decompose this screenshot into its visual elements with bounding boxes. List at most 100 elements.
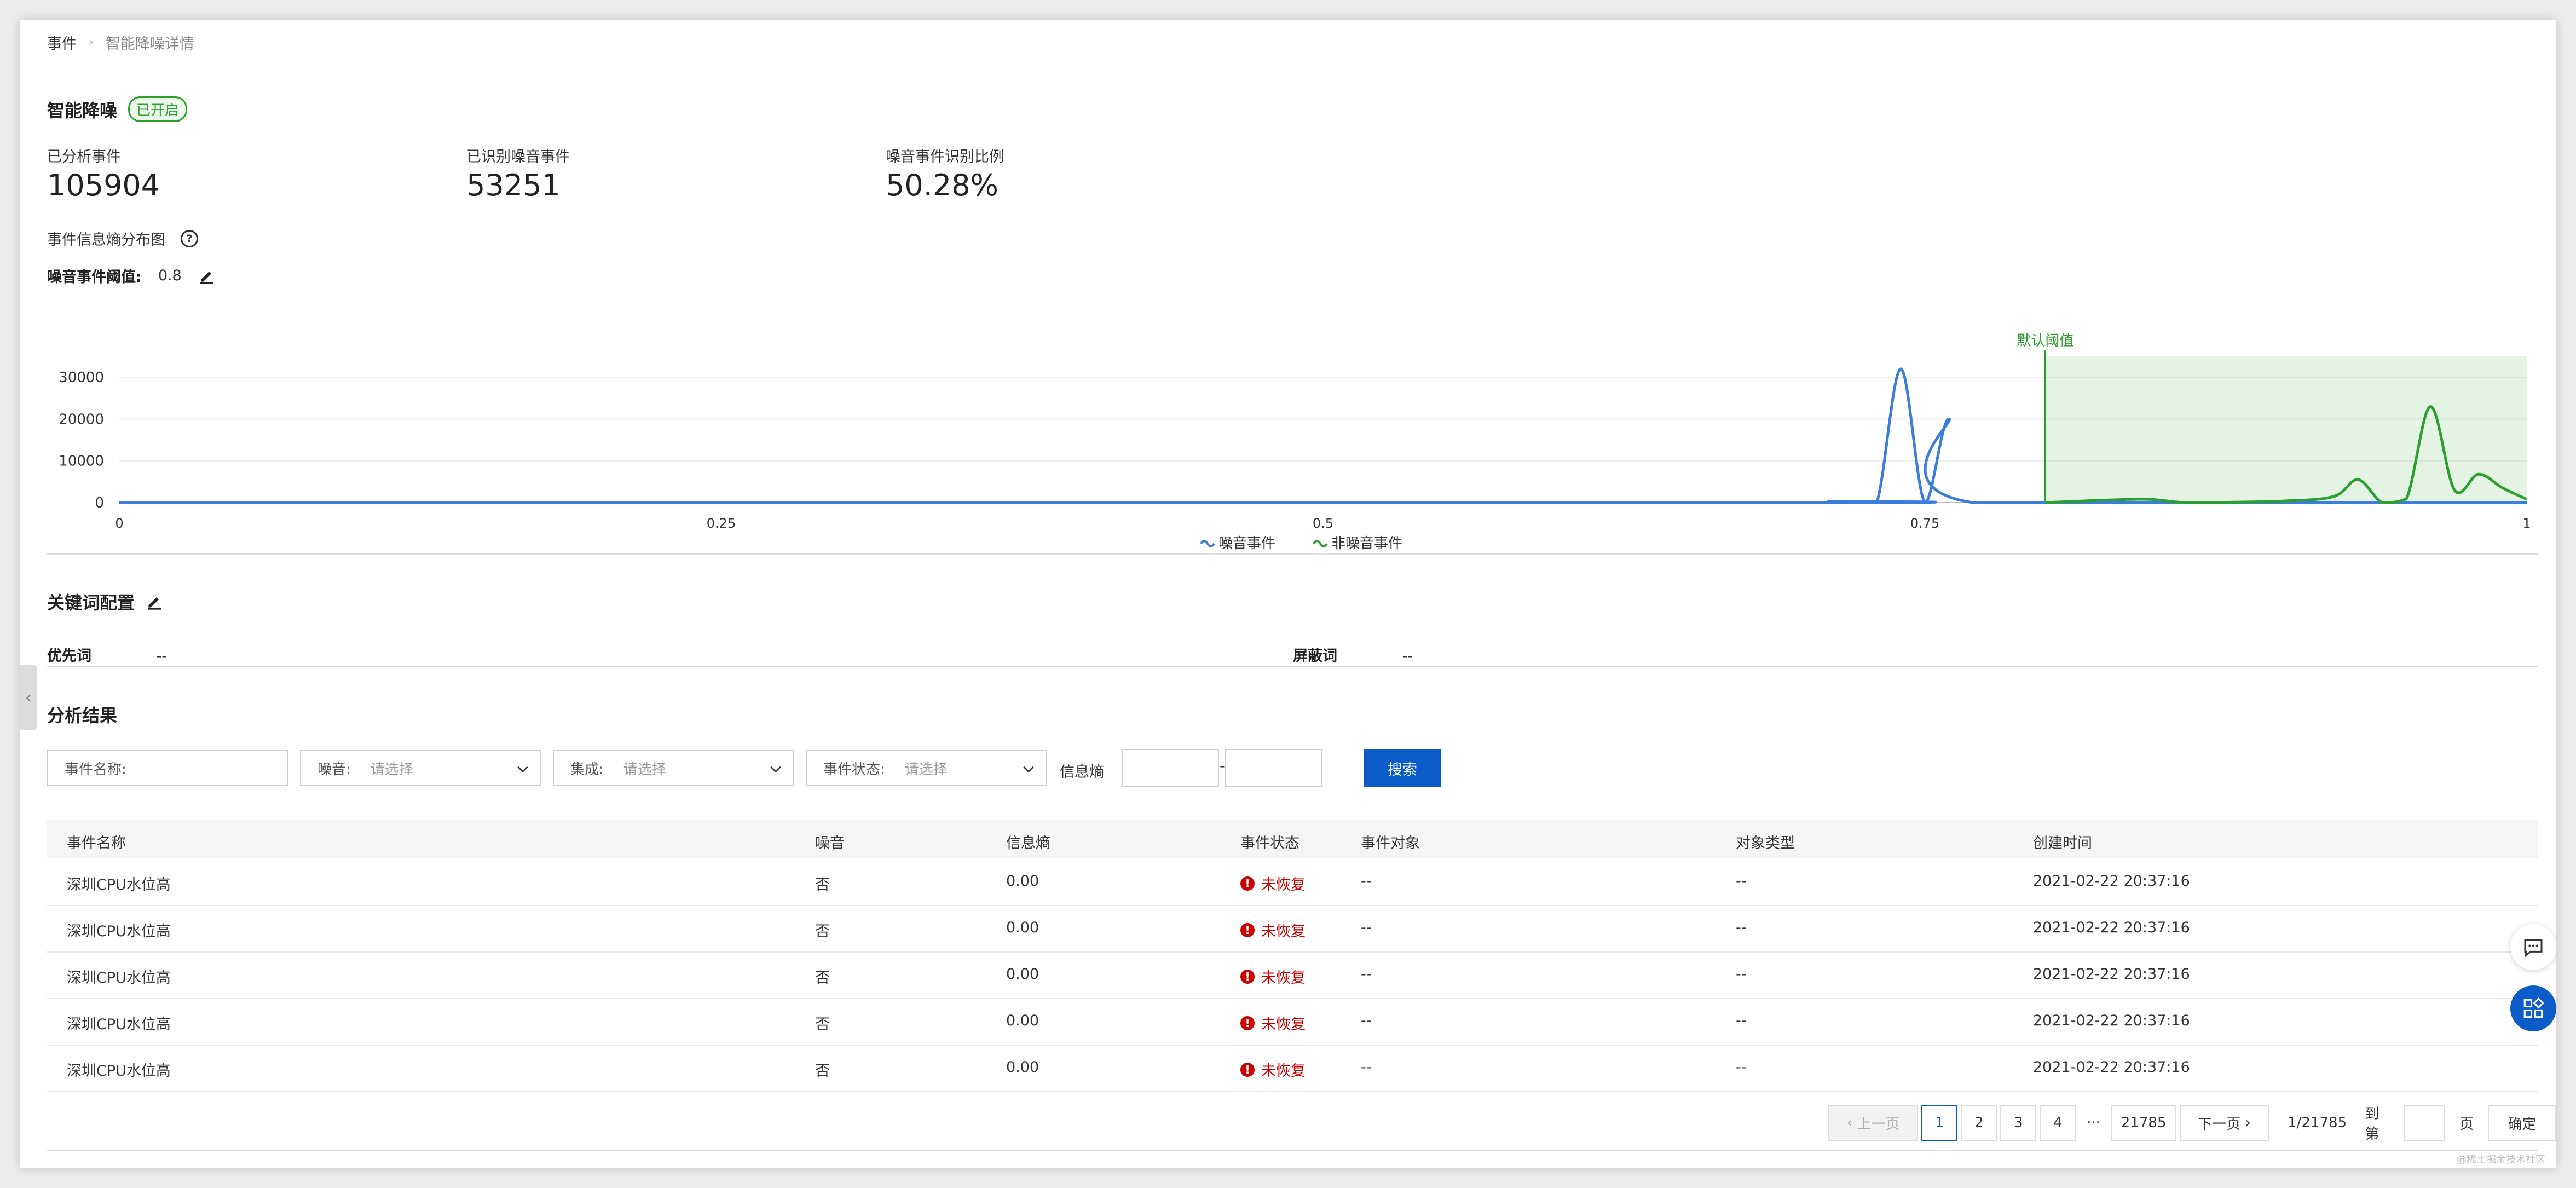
stat-noise-identified: 已识别噪音事件 53251 [466,145,570,203]
cell-event-object: -- [1361,966,1372,983]
stat-analyzed: 已分析事件 105904 [47,145,160,203]
priority-words-label: 优先词 [47,648,91,665]
x-tick-label: 0.5 [1313,516,1333,531]
block-words-label: 屏蔽词 [1293,648,1337,665]
page-unit-label: 页 [2459,1116,2474,1133]
page-button-3[interactable]: 3 [2000,1105,2037,1141]
breadcrumb-separator: › [89,36,94,49]
column-header: 事件对象 [1361,835,1420,852]
table-row[interactable]: 深圳CPU水位高 否 0.00 ! 未恢复 -- -- 2021-02-22 20… [47,951,2538,999]
stat-label: 噪音事件识别比例 [886,148,1004,165]
column-header: 事件名称 [67,835,126,852]
apps-button[interactable] [2510,985,2556,1031]
entropy-min-input[interactable] [1122,749,1219,787]
cell-event-name[interactable]: 深圳CPU水位高 [67,1012,171,1034]
status-text: 未恢复 [1261,1016,1306,1033]
cell-event-name[interactable]: 深圳CPU水位高 [67,919,171,941]
question-circle-icon[interactable]: ? [181,229,198,247]
cell-noise: 否 [815,970,830,987]
search-button[interactable]: 搜索 [1364,749,1441,787]
table-row[interactable]: 深圳CPU水位高 否 0.00 ! 未恢复 -- -- 2021-02-22 20… [47,1045,2538,1092]
noise-select[interactable]: 噪音: 请选择 [300,750,541,786]
cell-created-time: 2021-02-22 20:37:16 [2033,873,2190,890]
page-button-2[interactable]: 2 [1961,1105,1997,1141]
x-tick-label: 0 [115,516,123,531]
sidebar-toggle-handle[interactable]: ‹ [20,665,37,730]
cell-event-object: -- [1361,919,1372,936]
column-header: 对象类型 [1736,835,1795,852]
cell-event-name[interactable]: 深圳CPU水位高 [67,873,171,894]
x-tick-label: 1 [2522,516,2531,531]
keyword-section-header: 关键词配置 [47,589,163,614]
column-header: 创建时间 [2033,835,2092,852]
priority-words-value: -- [156,648,168,665]
y-axis-ticks: 0 10000 20000 30000 [59,370,104,511]
stat-noise-ratio: 噪音事件识别比例 50.28% [886,145,1004,203]
column-header: 事件状态 [1240,835,1299,852]
cell-object-type: -- [1736,1059,1747,1076]
cell-status: ! 未恢复 [1240,919,1306,941]
y-tick-label: 30000 [59,370,104,386]
watermark: @稀土掘金技术社区 [2457,1154,2545,1166]
pencil-icon[interactable] [198,267,216,285]
prev-page-button[interactable]: ‹ 上一页 [1828,1105,1919,1141]
prev-page-label: 上一页 [1857,1116,1900,1133]
cell-event-object: -- [1361,873,1372,890]
noise-placeholder: 请选择 [370,761,413,778]
entropy-distribution-chart: 默认阈值 0 10000 20000 30000 0 0.25 0.5 0.75 1 噪音事件… [59,333,2531,552]
noise-label: 噪音: [317,761,351,778]
page-button-1[interactable]: 1 [1921,1105,1958,1141]
divider [47,553,2538,555]
status-text: 未恢复 [1261,970,1306,987]
next-page-button[interactable]: 下一页 › [2179,1105,2269,1141]
page-button-last[interactable]: 21785 [2111,1105,2176,1141]
error-icon: ! [1240,876,1255,891]
pencil-icon[interactable] [146,593,163,610]
default-threshold-area [2045,356,2527,503]
page-summary: 1/21785 [2288,1115,2347,1131]
cell-noise: 否 [815,876,830,893]
cell-created-time: 2021-02-22 20:37:16 [2033,1012,2190,1029]
entropy-title-text: 事件信息熵分布图 [47,232,165,249]
block-words-value: -- [1402,648,1413,665]
breadcrumb: 事件 › 智能降噪详情 [47,32,194,53]
results-section-title: 分析结果 [47,705,118,726]
divider [47,1150,2538,1151]
table-row[interactable]: 深圳CPU水位高 否 0.00 ! 未恢复 -- -- 2021-02-22 20… [47,858,2538,906]
chevron-down-icon [1023,766,1034,773]
divider [47,666,2538,667]
chevron-down-icon [517,766,528,773]
table-row[interactable]: 深圳CPU水位高 否 0.00 ! 未恢复 -- -- 2021-02-22 20… [47,905,2538,953]
entropy-max-input[interactable] [1225,749,1322,787]
error-icon: ! [1240,1016,1255,1030]
error-icon: ! [1240,1062,1255,1077]
cell-event-name[interactable]: 深圳CPU水位高 [67,1059,171,1080]
y-tick-label: 10000 [59,453,104,470]
breadcrumb-root[interactable]: 事件 [47,32,77,53]
table-row[interactable]: 深圳CPU水位高 否 0.00 ! 未恢复 -- -- 2021-02-22 20… [47,998,2538,1046]
cell-event-name[interactable]: 深圳CPU水位高 [67,966,171,987]
stat-value: 105904 [47,168,160,203]
feedback-button[interactable] [2510,924,2556,970]
cell-object-type: -- [1736,966,1747,983]
legend-non-noise-label[interactable]: 非噪音事件 [1331,535,1402,552]
cell-status: ! 未恢复 [1240,873,1306,894]
cell-object-type: -- [1736,919,1747,936]
goto-label: 到第 [2365,1106,2379,1143]
event-status-select[interactable]: 事件状态: 请选择 [806,750,1047,786]
page-ellipsis[interactable]: ··· [2079,1105,2107,1141]
confirm-button[interactable]: 确定 [2488,1105,2556,1141]
breadcrumb-current: 智能降噪详情 [105,36,194,53]
default-threshold-label: 默认阈值 [2017,333,2073,349]
page-button-4[interactable]: 4 [2040,1105,2076,1141]
goto-page-input[interactable] [2404,1105,2446,1141]
legend-noise-label[interactable]: 噪音事件 [1218,535,1275,552]
integration-select[interactable]: 集成: 请选择 [553,750,794,786]
x-tick-label: 0.25 [707,516,736,531]
stat-value: 50.28% [886,168,998,203]
status-badge: 已开启 [128,96,188,122]
cell-entropy: 0.00 [1006,919,1039,936]
threshold-label: 噪音事件阈值: [47,269,142,286]
entropy-filter-label: 信息熵 [1060,764,1104,781]
event-name-input[interactable]: 事件名称: [47,750,288,786]
